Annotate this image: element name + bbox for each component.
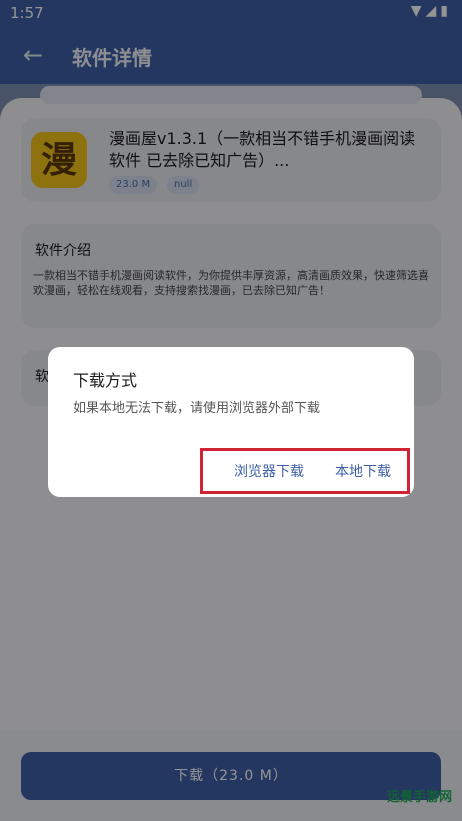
dialog-title: 下载方式 [73, 371, 138, 390]
dialog-message: 如果本地无法下载，请使用浏览器外部下载 [73, 401, 321, 416]
highlight-annotation [200, 448, 410, 494]
